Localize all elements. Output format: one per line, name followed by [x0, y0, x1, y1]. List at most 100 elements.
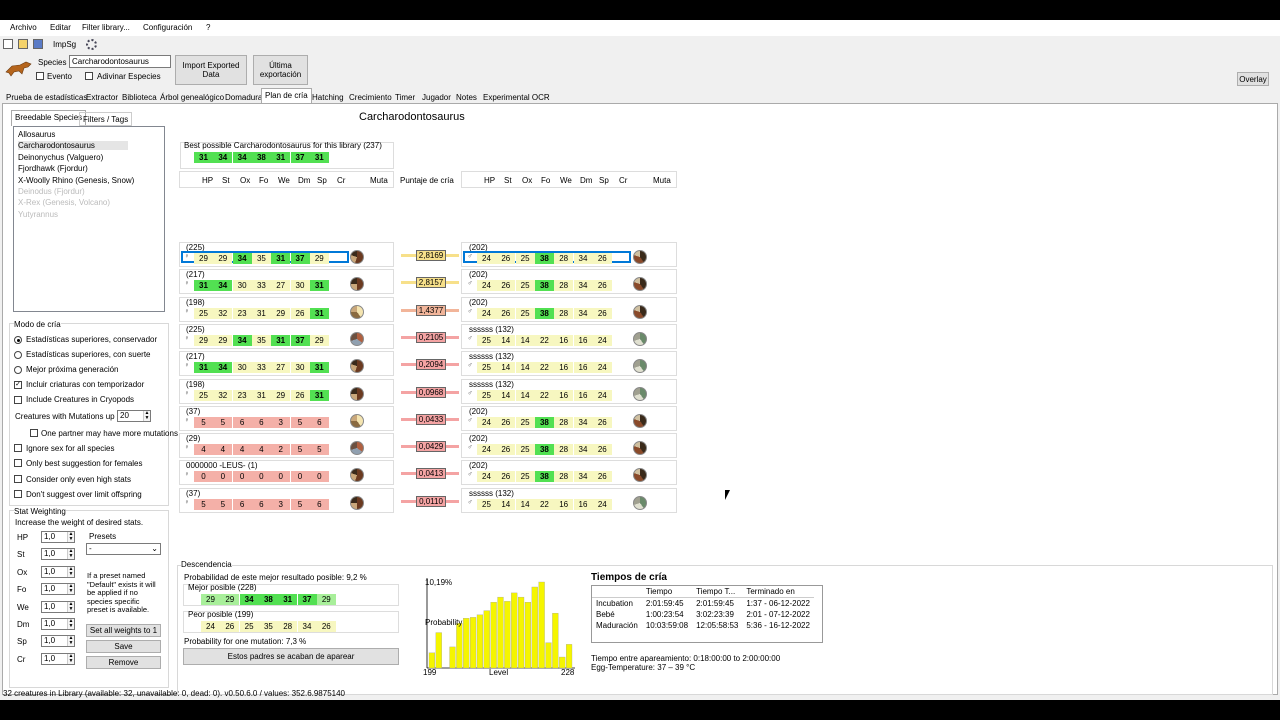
best-stat-cell: 31	[194, 152, 213, 163]
adivinar-checkbox[interactable]	[85, 72, 93, 80]
right-stat-cell: 25	[515, 307, 535, 319]
male-sex-icon: ♂	[467, 471, 473, 479]
tab-prueba[interactable]: Prueba de estadísticas	[2, 90, 91, 104]
weight-spin-arrows[interactable]: ▲ ▼	[67, 601, 74, 612]
even-high-checkbox[interactable]	[14, 475, 22, 483]
species-list-item[interactable]: X-Rex (Genesis, Volcano)	[18, 198, 110, 207]
set-all-weights-button[interactable]: Set all weights to 1	[86, 624, 161, 637]
parents-mated-button[interactable]: Estos padres se acaban de aparear	[183, 648, 399, 665]
right-stat-cell: 16	[573, 334, 593, 346]
stat-header-left: We	[278, 176, 290, 185]
timer-checkbox[interactable]: ✓	[14, 381, 22, 389]
open-folder-icon[interactable]	[18, 39, 28, 49]
mutations-stepper[interactable]: 20 ▲ ▼	[117, 410, 151, 422]
settings-gear-icon[interactable]	[86, 39, 97, 50]
only-best-females-checkbox[interactable]	[14, 459, 22, 467]
ignore-sex-checkbox[interactable]	[14, 444, 22, 452]
mode-radio-suerte[interactable]	[14, 351, 22, 359]
tab-biblioteca[interactable]: Biblioteca	[118, 90, 161, 104]
species-input[interactable]: Carcharodontosaurus	[69, 55, 171, 68]
species-list-item[interactable]: Yutyrannus	[18, 210, 58, 219]
weight-stepper[interactable]: 1,0 ▲ ▼	[41, 565, 75, 578]
weight-spin-arrows[interactable]: ▲ ▼	[67, 566, 74, 577]
one-partner-checkbox[interactable]	[30, 429, 38, 437]
weight-value: 1,0	[44, 532, 56, 541]
tab-hatching[interactable]: Hatching	[308, 90, 348, 104]
score-value: 0,0429	[416, 441, 446, 453]
right-stat-cell: 25	[515, 253, 535, 264]
species-list-item[interactable]: Fjordhawk (Fjordur)	[18, 164, 88, 173]
remove-preset-button[interactable]: Remove	[86, 656, 161, 669]
overlay-button[interactable]: Overlay	[1237, 72, 1269, 86]
weight-spin-arrows[interactable]: ▲ ▼	[67, 584, 74, 595]
left-creature-name: (198)	[186, 297, 205, 307]
chart-bar	[538, 581, 545, 669]
species-list-item[interactable]: Allosaurus	[18, 130, 55, 139]
species-list-item[interactable]: Carcharodontosaurus	[18, 141, 128, 151]
tab-arbol[interactable]: Árbol genealógico	[156, 90, 228, 104]
save-icon[interactable]	[33, 39, 43, 49]
tab-crecimiento[interactable]: Crecimiento	[345, 90, 396, 104]
right-stat-cell: 34	[573, 280, 593, 292]
tab-notes[interactable]: Notes	[452, 90, 481, 104]
right-color-pie	[633, 441, 647, 456]
breedable-species-list[interactable]: Allosaurus Carcharodontosaurus Deinonychus…	[13, 126, 165, 312]
evento-checkbox[interactable]	[36, 72, 44, 80]
right-stat-cell: 16	[573, 498, 593, 510]
presets-select[interactable]: - ⌄	[86, 543, 161, 555]
save-preset-button[interactable]: Save	[86, 640, 161, 653]
menu-help[interactable]: ?	[206, 23, 210, 32]
weight-spin-arrows[interactable]: ▲ ▼	[67, 636, 74, 647]
weight-stepper[interactable]: 1,0 ▲ ▼	[41, 548, 75, 561]
left-stat-cell: 29	[309, 253, 329, 264]
breeding-times-table: Tiempo Tiempo T... Terminado en Incubation 2…	[591, 585, 823, 643]
best-offspring-stat: 34	[239, 594, 259, 605]
species-list-item[interactable]: X-Woolly Rhino (Genesis, Snow)	[18, 176, 134, 185]
cryopod-checkbox[interactable]	[14, 396, 22, 404]
weight-stepper[interactable]: 1,0 ▲ ▼	[41, 618, 75, 630]
right-stat-cell: 14	[515, 498, 535, 510]
chart-x-max-label: 228	[561, 668, 575, 677]
weight-stepper[interactable]: 1,0 ▲ ▼	[41, 635, 75, 648]
menu-editar[interactable]: Editar	[50, 23, 71, 32]
stat-weighting-desc: Increase the weight of desired stats.	[15, 518, 144, 527]
stat-header-right: Cr	[619, 176, 628, 185]
left-stat-cell: 29	[194, 253, 213, 264]
tab-filters-tags[interactable]: Filters / Tags	[79, 112, 133, 126]
right-stat-cell: 38	[534, 471, 554, 483]
menu-configuracion[interactable]: Configuración	[143, 23, 192, 32]
menu-archivo[interactable]: Archivo	[10, 23, 37, 32]
tab-extractor[interactable]: Extractor	[82, 90, 122, 104]
weight-spin-arrows[interactable]: ▲ ▼	[67, 549, 74, 560]
left-stat-cell: 31	[251, 389, 271, 401]
new-file-icon[interactable]	[3, 39, 13, 49]
tab-timer[interactable]: Timer	[391, 90, 419, 104]
import-exported-button[interactable]: Import Exported Data	[175, 55, 247, 85]
evento-label: Evento	[47, 72, 72, 81]
impsg-button[interactable]: ImpSg	[53, 40, 76, 49]
weight-stepper[interactable]: 1,0 ▲ ▼	[41, 600, 75, 613]
tab-plan-de-cria[interactable]: Plan de cría	[261, 88, 312, 104]
species-list-item[interactable]: Deinodus (Fjordur)	[18, 187, 85, 196]
mode-radio-proxima[interactable]	[14, 366, 22, 374]
ultima-exportacion-button[interactable]: Última exportación	[253, 55, 308, 85]
tab-breedable-species[interactable]: Breedable Species	[11, 110, 87, 126]
weight-stepper[interactable]: 1,0 ▲ ▼	[41, 652, 75, 665]
dont-suggest-checkbox[interactable]	[14, 490, 22, 498]
right-stat-cell: 14	[515, 389, 535, 401]
species-list-item[interactable]: Deinonychus (Valguero)	[18, 153, 103, 162]
right-stat-cell: 16	[554, 389, 574, 401]
weight-spin-arrows[interactable]: ▲ ▼	[67, 653, 74, 664]
weight-stepper[interactable]: 1,0 ▲ ▼	[41, 583, 75, 596]
tab-experimental-ocr[interactable]: Experimental OCR	[479, 90, 554, 104]
weight-spin-arrows[interactable]: ▲ ▼	[67, 532, 74, 542]
weight-stepper[interactable]: 1,0 ▲ ▼	[41, 531, 75, 543]
male-sex-icon: ♂	[467, 444, 473, 452]
tab-jugador[interactable]: Jugador	[418, 90, 455, 104]
right-color-pie	[633, 304, 647, 319]
weight-spin-arrows[interactable]: ▲ ▼	[67, 619, 74, 629]
mode-radio-conservador[interactable]	[14, 336, 22, 344]
menu-filter-library[interactable]: Filter library...	[82, 23, 130, 32]
tab-domadura[interactable]: Domadura	[221, 90, 266, 104]
menu-bar: Archivo Editar Filter library... Configu…	[0, 20, 1280, 36]
